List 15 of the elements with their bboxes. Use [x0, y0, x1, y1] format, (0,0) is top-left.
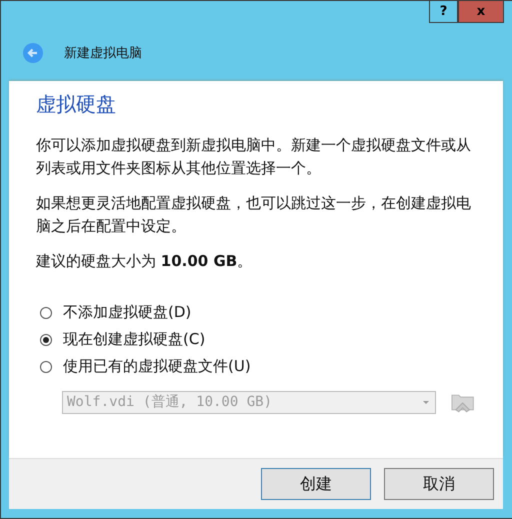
page-heading: 虚拟硬盘	[36, 91, 117, 118]
description-text: 建议的硬盘大小为 10.00 GB。	[36, 251, 254, 272]
option-label: 不添加虚拟硬盘(D)	[63, 303, 192, 322]
dialog-button[interactable]: 取消	[384, 468, 494, 500]
dialog-button[interactable]: 创建	[261, 468, 371, 500]
option-label: 现在创建虚拟硬盘(C)	[63, 330, 206, 349]
window-title: 新建虚拟电脑	[64, 45, 142, 62]
radio-button[interactable]	[40, 360, 52, 372]
help-button[interactable]: ?	[429, 1, 458, 23]
description-text: 如果想更灵活地配置虚拟硬盘，也可以跳过这一步，在创建虚拟电脑之后在配置中设定。	[36, 193, 472, 237]
close-button[interactable]: x	[458, 1, 504, 23]
radio-button[interactable]	[40, 306, 52, 318]
option-label: 使用已有的虚拟硬盘文件(U)	[63, 357, 251, 376]
description-text: 你可以添加虚拟硬盘到新虚拟电脑中。新建一个虚拟硬盘文件或从列表或用文件夹图标从其他位置选择一个。	[36, 135, 472, 179]
radio-button[interactable]	[40, 334, 52, 346]
